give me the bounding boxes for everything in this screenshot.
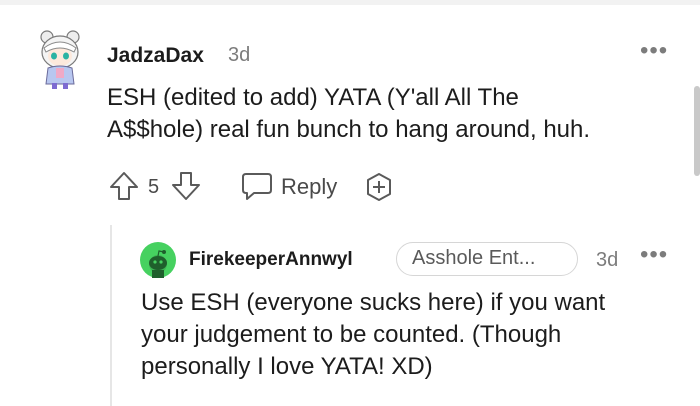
scrollbar[interactable]: [694, 86, 700, 176]
reply-body-line: your judgement to be counted. (Though: [141, 321, 562, 348]
comment-body-line: A$$hole) real fun bunch to hang around, …: [107, 116, 591, 143]
comment-body-line: ESH (edited to add) YATA (Y'all All The: [107, 84, 519, 111]
anime-character-avatar-icon[interactable]: [34, 28, 86, 90]
comment-username[interactable]: JadzaDax: [107, 44, 204, 68]
reply-body: Use ESH (everyone sucks here) if you wan…: [141, 287, 681, 383]
reply-icon[interactable]: [240, 170, 274, 202]
comment-timestamp[interactable]: 3d: [228, 44, 250, 67]
more-options-icon[interactable]: •••: [640, 243, 668, 267]
reply-body-line: Use ESH (everyone sucks here) if you wan…: [141, 289, 606, 316]
reply-body-line: personally I love YATA! XD): [141, 353, 433, 380]
user-flair-badge: Asshole Ent...: [396, 242, 578, 276]
reply-timestamp[interactable]: 3d: [596, 249, 618, 272]
more-options-icon[interactable]: •••: [640, 39, 668, 63]
reply-username[interactable]: FirekeeperAnnwyl: [189, 249, 353, 271]
reply-button[interactable]: Reply: [281, 174, 337, 200]
comment-body: ESH (edited to add) YATA (Y'all All The …: [107, 82, 667, 146]
thread-line[interactable]: [110, 225, 112, 406]
downvote-arrow-icon[interactable]: [170, 170, 202, 202]
vote-count: 5: [148, 176, 160, 198]
upvote-arrow-icon[interactable]: [108, 170, 140, 202]
green-snoo-avatar-icon[interactable]: [140, 242, 176, 278]
top-divider: [0, 0, 700, 5]
award-icon[interactable]: [363, 171, 395, 203]
